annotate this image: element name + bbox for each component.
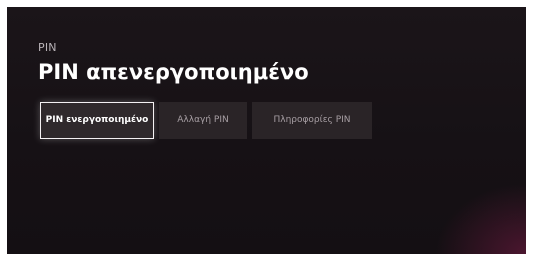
page-title: PIN απενεργοποιημένο — [38, 60, 309, 84]
change-pin-button[interactable]: Αλλαγή PIN — [159, 102, 247, 139]
pin-info-button-label: Πληροφορίες PIN — [273, 115, 351, 125]
change-pin-button-label: Αλλαγή PIN — [177, 115, 229, 125]
pin-info-button[interactable]: Πληροφορίες PIN — [252, 102, 372, 139]
enable-pin-button[interactable]: PIN ενεργοποιημένο — [40, 102, 154, 139]
section-label: PIN — [38, 41, 57, 54]
pin-settings-screen: PIN PIN απενεργοποιημένο PIN ενεργοποιημ… — [7, 7, 526, 254]
enable-pin-button-label: PIN ενεργοποιημένο — [45, 115, 149, 125]
